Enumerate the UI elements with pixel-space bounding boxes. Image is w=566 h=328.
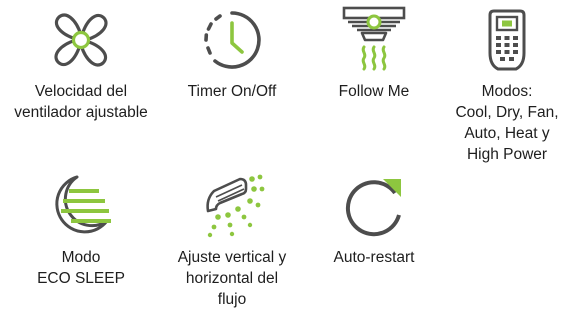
feature-fan-speed: Velocidad del ventilador ajustable [6,5,156,123]
feature-label: Ajuste vertical y horizontal del flujo [177,249,287,308]
feature-follow-me: Follow Me [299,5,449,102]
feature-eco-sleep: Modo ECO SLEEP [6,171,156,289]
feature-label: Follow Me [338,83,410,100]
feature-modes: Modos: Cool, Dry, Fan, Auto, Heat y High… [432,5,566,165]
moon-eco-sleep-icon [6,171,156,241]
remote-control-icon [432,5,566,75]
follow-me-sensor-icon [299,5,449,75]
feature-auto-restart: Auto-restart [299,171,449,268]
auto-restart-icon [299,171,449,241]
feature-label: Modo ECO SLEEP [37,249,125,287]
feature-timer: Timer On/Off [157,5,307,102]
feature-label: Velocidad del ventilador ajustable [14,83,148,121]
feature-label: Auto-restart [333,249,415,266]
fan-icon [6,5,156,75]
feature-airflow: Ajuste vertical y horizontal del flujo [157,171,307,310]
feature-label: Modos: Cool, Dry, Fan, Auto, Heat y High… [455,83,559,163]
timer-icon [157,5,307,75]
feature-label: Timer On/Off [187,83,277,100]
airflow-icon [157,171,307,241]
